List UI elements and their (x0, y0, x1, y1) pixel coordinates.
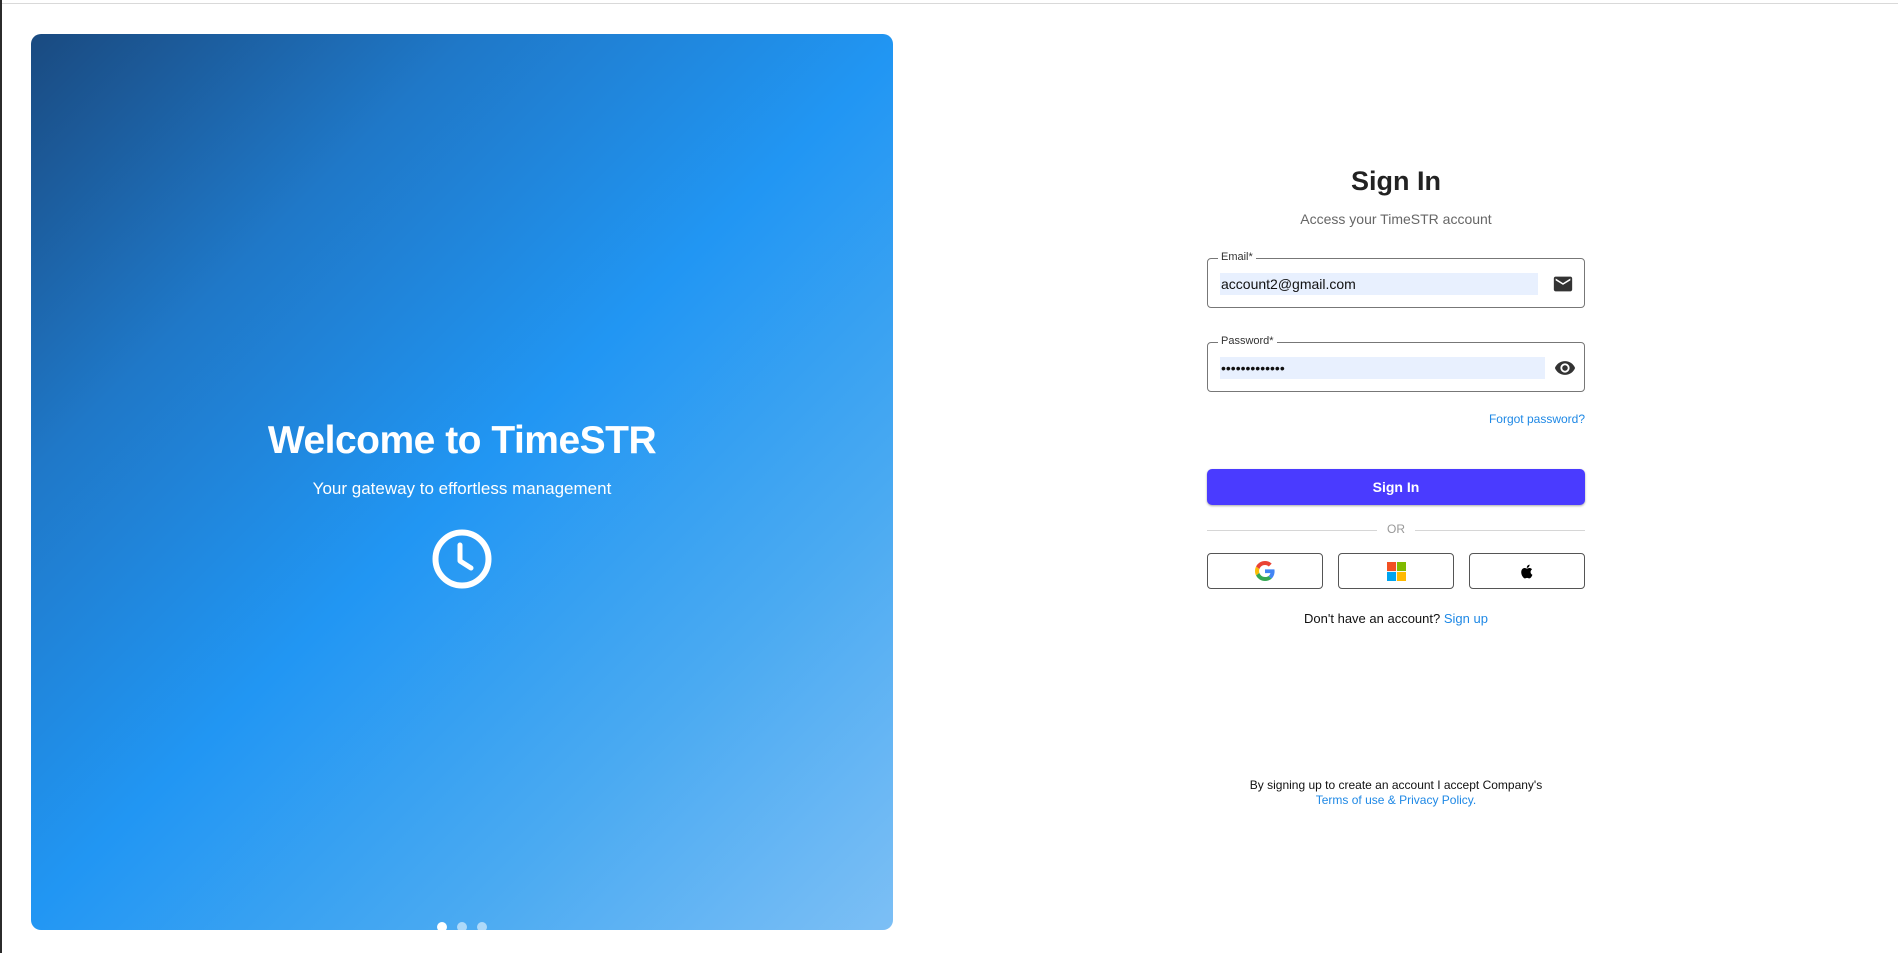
signup-prompt: Don't have an account? (1304, 611, 1441, 626)
email-label: Email* (1218, 251, 1256, 263)
carousel-dot-2[interactable] (457, 922, 467, 932)
signin-button[interactable]: Sign In (1207, 469, 1585, 505)
welcome-hero-panel: Welcome to TimeSTR Your gateway to effor… (31, 34, 893, 932)
legal-text: By signing up to create an account I acc… (1249, 778, 1543, 792)
signin-title: Sign In (1351, 166, 1441, 196)
mail-icon (1553, 276, 1573, 292)
carousel-dots (31, 922, 893, 932)
google-icon (1255, 561, 1275, 581)
microsoft-icon (1386, 561, 1406, 581)
signup-row: Don't have an account? Sign up (1207, 611, 1585, 626)
window-left-border (0, 0, 2, 953)
terms-privacy-link[interactable]: Terms of use & Privacy Policy. (1207, 793, 1585, 808)
social-login-row (1207, 553, 1585, 589)
clock-icon (432, 529, 492, 589)
divider-line-right (1415, 530, 1585, 531)
signin-form: Sign In Access your TimeSTR account Emai… (1207, 150, 1585, 626)
eye-icon[interactable] (1554, 357, 1576, 379)
or-label: OR (1387, 522, 1405, 536)
window-top-border (0, 0, 1898, 4)
password-input[interactable] (1220, 357, 1545, 379)
email-field: Email* (1207, 251, 1585, 308)
microsoft-signin-button[interactable] (1338, 553, 1454, 589)
forgot-password-link[interactable]: Forgot password? (1207, 412, 1585, 426)
hero-title: Welcome to TimeSTR (267, 419, 657, 462)
password-field: Password* (1207, 335, 1585, 392)
apple-signin-button[interactable] (1469, 553, 1585, 589)
signin-subtitle: Access your TimeSTR account (1300, 211, 1492, 227)
password-label: Password* (1218, 335, 1277, 347)
apple-icon (1520, 564, 1532, 578)
legal-notice: By signing up to create an account I acc… (1207, 778, 1585, 808)
carousel-dot-3[interactable] (477, 922, 487, 932)
signup-link[interactable]: Sign up (1444, 611, 1488, 626)
hero-subtitle: Your gateway to effortless management (312, 479, 612, 498)
or-divider: OR (1207, 522, 1585, 538)
carousel-dot-1[interactable] (437, 922, 447, 932)
email-input[interactable] (1220, 273, 1538, 295)
google-signin-button[interactable] (1207, 553, 1323, 589)
